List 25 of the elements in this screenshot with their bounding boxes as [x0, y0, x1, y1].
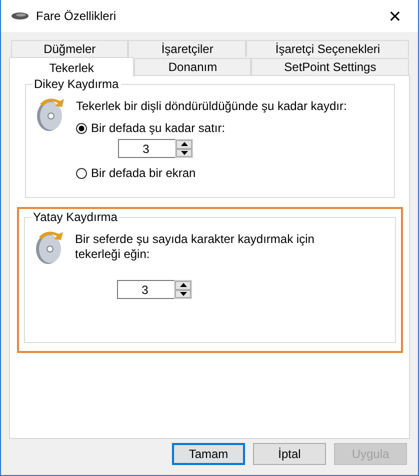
spin-up-button[interactable]	[175, 281, 191, 290]
tab[interactable]: Donanım	[134, 58, 252, 75]
mouse-icon	[11, 11, 29, 21]
down-arrow-icon	[180, 150, 188, 155]
down-arrow-icon	[180, 292, 186, 296]
spin-up-button[interactable]	[176, 140, 192, 148]
window-title: Fare Özellikleri	[36, 9, 118, 23]
dialog-button[interactable]: Tamam	[172, 443, 245, 465]
up-arrow-icon	[180, 283, 186, 288]
close-button[interactable]: ✕	[372, 0, 418, 32]
radio-option[interactable]: Bir defada bir ekran	[76, 166, 196, 180]
number-field[interactable]: 3	[118, 139, 175, 158]
tab[interactable]: SetPoint Settings	[251, 58, 409, 75]
tab[interactable]: Düğmeler	[11, 40, 128, 57]
description-text: Tekerlek bir dişli döndürüldüğünde şu kadar kaydır:	[76, 99, 347, 114]
group-title: Yatay Kaydırma	[31, 210, 120, 224]
description-text: Bir seferde şu sayıda karakter kaydırmak için tekerleği eğin:	[75, 232, 316, 262]
dialog-button[interactable]: İptal	[253, 443, 326, 465]
tab[interactable]: İşaretçiler	[128, 40, 246, 57]
tab[interactable]: İşaretçi Seçenekleri	[246, 40, 409, 57]
up-arrow-icon	[180, 142, 188, 146]
radio-option[interactable]: Bir defada şu kadar satır:	[76, 121, 226, 135]
tab[interactable]: Tekerlek	[9, 57, 134, 77]
number-field[interactable]: 3	[117, 280, 174, 299]
group-title: Dikey Kaydırma	[32, 77, 121, 91]
